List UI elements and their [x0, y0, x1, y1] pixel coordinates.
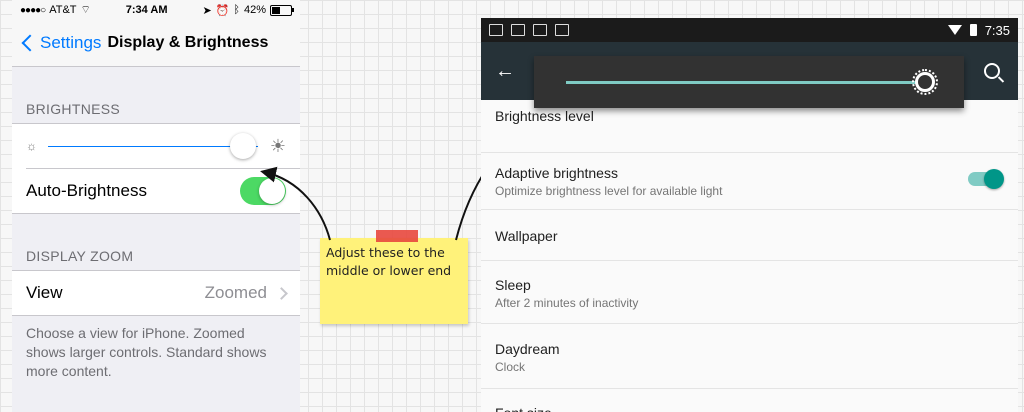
list-item-adaptive-brightness[interactable]: Adaptive brightness Optimize brightness … [481, 153, 1018, 210]
ios-nav-bar: Settings Display & Brightness [12, 20, 300, 67]
battery-icon [969, 24, 977, 36]
gallery-icon [511, 24, 525, 36]
item-title: Sleep [495, 277, 531, 293]
ios-settings-screen: ●●●●○ AT&T ⌔ 7:34 AM ➤ ⏰ ᛒ 42% Settings … [12, 0, 300, 412]
item-subtitle: Optimize brightness level for available … [495, 184, 723, 198]
back-to-settings-button[interactable]: Settings [12, 33, 101, 53]
view-label: View [26, 283, 63, 302]
signal-strength-icon: ●●●●○ [20, 4, 46, 16]
download-icon [533, 24, 547, 36]
search-icon[interactable] [984, 63, 1000, 79]
carrier-label: AT&T [49, 4, 77, 16]
chevron-left-icon [21, 34, 39, 52]
back-arrow-icon[interactable]: ← [495, 60, 515, 83]
view-row[interactable]: View Zoomed [12, 271, 300, 315]
sticky-note: Adjust these to the middle or lower end [320, 230, 468, 324]
settings-list: Brightness level Adaptive brightness Opt… [481, 100, 1018, 412]
battery-icon [270, 4, 294, 16]
view-value: Zoomed [204, 283, 267, 302]
gmail-icon [489, 24, 503, 36]
display-zoom-section-header: DISPLAY ZOOM [26, 248, 134, 264]
auto-brightness-row: Auto-Brightness [26, 168, 300, 213]
zoom-footer-text: Choose a view for iPhone. Zoomed shows l… [26, 325, 267, 379]
briefcase-icon [555, 24, 569, 36]
item-title: Wallpaper [495, 228, 558, 244]
list-item-daydream[interactable]: Daydream Clock [481, 324, 1018, 389]
page-title: Display & Brightness [107, 34, 269, 51]
auto-brightness-toggle[interactable] [240, 177, 286, 205]
brightness-popup [534, 56, 964, 108]
ios-status-bar: ●●●●○ AT&T ⌔ 7:34 AM ➤ ⏰ ᛒ 42% [12, 0, 300, 20]
brightness-sun-thumb-icon[interactable] [911, 69, 938, 95]
list-item-sleep[interactable]: Sleep After 2 minutes of inactivity [481, 261, 1018, 324]
item-title: Adaptive brightness [495, 165, 618, 181]
sun-small-icon: ☼ [26, 139, 37, 153]
list-item-font-size[interactable]: Font size [481, 389, 1018, 412]
android-clock: 7:35 [984, 22, 1010, 38]
wifi-icon [947, 25, 962, 35]
bluetooth-icon: ᛒ [233, 4, 240, 16]
wifi-icon: ⌔ [80, 4, 91, 16]
chevron-right-icon [275, 286, 288, 300]
brightness-slider-row: ☼ ☀ [12, 124, 300, 168]
location-icon: ➤ [202, 4, 212, 17]
android-status-bar: 7:35 [481, 18, 1018, 42]
android-settings-screen: 7:35 ← Brightness level Adaptive brightn… [481, 18, 1018, 412]
item-title: Daydream [495, 341, 560, 357]
brightness-slider-thumb[interactable] [230, 132, 257, 159]
display-zoom-group: View Zoomed [12, 270, 300, 316]
item-subtitle: Clock [495, 360, 526, 374]
back-label: Settings [40, 33, 102, 52]
battery-percent: 42% [243, 4, 266, 16]
list-item-wallpaper[interactable]: Wallpaper [481, 210, 1018, 261]
alarm-icon: ⏰ [215, 4, 230, 17]
brightness-slider[interactable] [48, 132, 258, 159]
note-text: Adjust these to the middle or lower end [326, 245, 452, 278]
brightness-group: ☼ ☀ Auto-Brightness [12, 123, 300, 214]
auto-brightness-label: Auto-Brightness [26, 181, 147, 200]
brightness-section-header: BRIGHTNESS [26, 101, 121, 117]
android-brightness-slider[interactable] [566, 81, 932, 84]
note-tape [376, 230, 418, 242]
item-title: Font size [495, 389, 1004, 412]
ios-clock: 7:34 AM [125, 4, 168, 16]
item-subtitle: After 2 minutes of inactivity [495, 296, 639, 310]
adaptive-brightness-switch[interactable] [968, 169, 1004, 189]
sun-large-icon: ☀ [269, 135, 286, 156]
